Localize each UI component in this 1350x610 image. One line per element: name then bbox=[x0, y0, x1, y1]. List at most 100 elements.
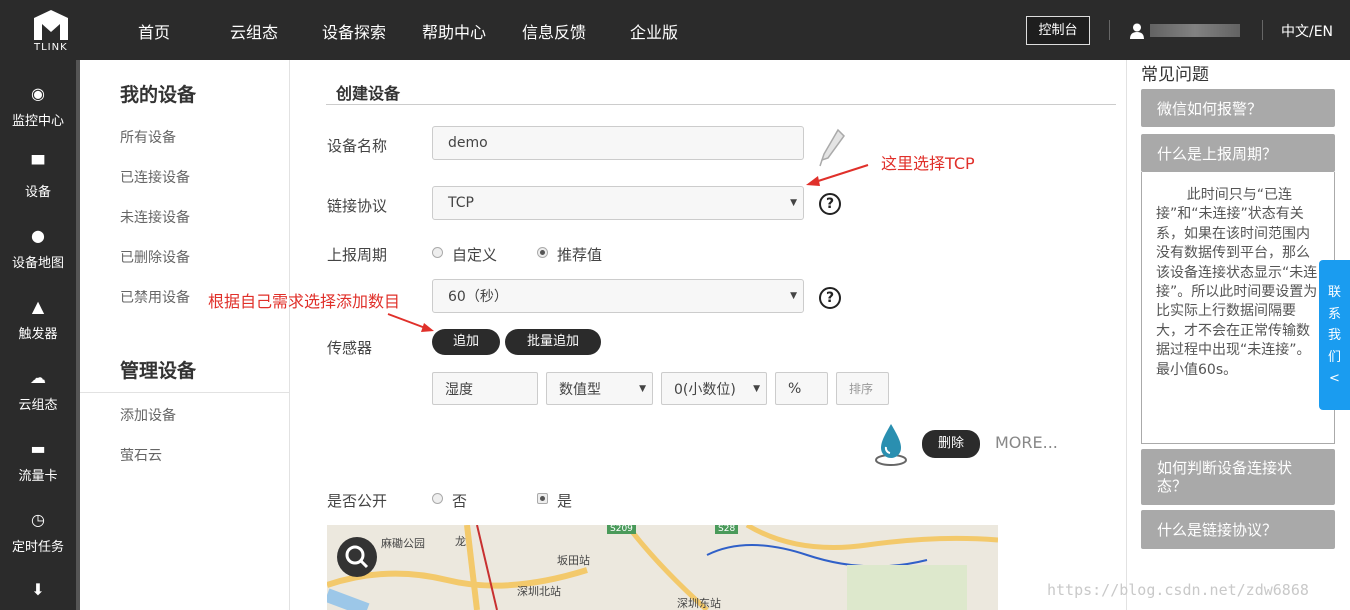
logo-text: TLINK bbox=[34, 42, 68, 53]
sensor-sort-placeholder: 排序 bbox=[849, 382, 874, 396]
user-icon[interactable] bbox=[1130, 23, 1144, 39]
sidebar-item-label: 定时任务 bbox=[11, 540, 64, 555]
water-drop-icon[interactable] bbox=[874, 422, 908, 466]
divider bbox=[1262, 20, 1263, 40]
faq-title: 常见问题 bbox=[1141, 65, 1209, 85]
arrow-down-icon: ⬇ bbox=[31, 580, 45, 599]
radio-custom[interactable] bbox=[432, 247, 443, 258]
language-switch[interactable]: 中文/EN bbox=[1281, 21, 1333, 41]
faq-item-report-period[interactable]: 什么是上报周期？ bbox=[1141, 134, 1335, 172]
protocol-select[interactable]: TCP ▼ bbox=[432, 186, 804, 220]
subnav-disabled-devices[interactable]: 已禁用设备 bbox=[120, 287, 190, 307]
faq-item-wechat-alarm[interactable]: 微信如何报警？ bbox=[1141, 89, 1335, 127]
section-title-my-devices: 我的设备 bbox=[120, 84, 197, 106]
search-icon bbox=[345, 545, 369, 569]
contact-us-tab[interactable]: 联系我们 < bbox=[1319, 260, 1350, 410]
subnav-ezviz-cloud[interactable]: 萤石云 bbox=[120, 445, 162, 465]
annotation-count-note: 根据自己需求选择添加数目 bbox=[208, 292, 401, 311]
help-icon[interactable]: ? bbox=[819, 193, 841, 215]
faq-item-link-protocol[interactable]: 什么是链接协议？ bbox=[1141, 510, 1335, 549]
sidebar-item-label: 监控中心 bbox=[11, 114, 64, 129]
target-icon: ◉ bbox=[31, 84, 45, 103]
faq-answer-text: 此时间只与“已连接”和“未连接”状态有关系，如果在该时间范围内没有数据传到平台，… bbox=[1156, 187, 1318, 378]
sensor-unit-value: % bbox=[788, 380, 802, 397]
user-name-redacted[interactable] bbox=[1150, 24, 1240, 37]
subnav-deleted-devices[interactable]: 已删除设备 bbox=[120, 247, 190, 267]
subnav-add-device[interactable]: 添加设备 bbox=[120, 405, 176, 425]
sidebar-item-label: 云组态 bbox=[18, 398, 58, 413]
nav-home[interactable]: 首页 bbox=[138, 19, 170, 43]
subnav-unconnected-devices[interactable]: 未连接设备 bbox=[120, 207, 190, 227]
device-subnav: 我的设备 所有设备 已连接设备 未连接设备 已删除设备 已禁用设备 管理设备 添… bbox=[80, 60, 290, 610]
faq-answer-report-period: 此时间只与“已连接”和“未连接”状态有关系，如果在该时间范围内没有数据传到平台，… bbox=[1141, 172, 1335, 444]
divider bbox=[80, 392, 290, 393]
sensor-label: 传感器 bbox=[327, 339, 373, 357]
sensor-type-select[interactable]: 数值型 ▼ bbox=[546, 372, 653, 405]
divider bbox=[1109, 20, 1110, 40]
radio-public-yes-label: 是 bbox=[557, 492, 573, 510]
sidebar-item-data-card[interactable]: ▬ 流量卡 bbox=[0, 439, 76, 484]
subnav-all-devices[interactable]: 所有设备 bbox=[120, 127, 176, 147]
more-link[interactable]: MORE... bbox=[995, 433, 1058, 452]
caret-down-icon: ▼ bbox=[790, 198, 797, 208]
radio-recommend-label: 推荐值 bbox=[557, 246, 603, 264]
sidebar-item-more[interactable]: ⬇ bbox=[0, 580, 76, 606]
caret-down-icon: ▼ bbox=[639, 383, 646, 394]
sensor-unit-input[interactable]: % bbox=[775, 372, 828, 405]
caret-down-icon: ▼ bbox=[790, 291, 797, 301]
batch-add-sensor-button[interactable]: 批量追加 bbox=[505, 329, 601, 355]
chevron-left-icon: < bbox=[1329, 371, 1340, 386]
sidebar-item-label: 流量卡 bbox=[18, 469, 58, 484]
contact-us-label: 联系我们 bbox=[1327, 285, 1341, 365]
nav-enterprise[interactable]: 企业版 bbox=[630, 19, 678, 43]
protocol-label: 链接协议 bbox=[327, 197, 388, 215]
sidebar-item-label: 设备 bbox=[24, 185, 51, 200]
console-button[interactable]: 控制台 bbox=[1026, 16, 1090, 45]
map-label: 深圳北站 bbox=[517, 585, 561, 598]
device-name-label: 设备名称 bbox=[327, 137, 388, 155]
cloud-icon: ☁ bbox=[30, 368, 46, 387]
sidebar-item-timer-task[interactable]: ◷ 定时任务 bbox=[0, 510, 76, 555]
nav-feedback[interactable]: 信息反馈 bbox=[522, 19, 586, 43]
delete-sensor-button[interactable]: 删除 bbox=[922, 430, 980, 458]
sensor-name-value: 湿度 bbox=[445, 381, 473, 398]
report-period-select[interactable]: 60（秒） ▼ bbox=[432, 279, 804, 313]
radio-public-yes[interactable] bbox=[537, 493, 548, 504]
protocol-value: TCP bbox=[448, 195, 474, 211]
device-name-input[interactable]: demo bbox=[432, 126, 804, 160]
nav-help-center[interactable]: 帮助中心 bbox=[422, 19, 486, 43]
map-label: 坂田站 bbox=[557, 554, 590, 567]
create-device-form: 创建设备 设备名称 demo 链接协议 TCP ▼ ? 上报周期 自定义 推荐值… bbox=[290, 60, 1126, 610]
public-label: 是否公开 bbox=[327, 492, 388, 510]
map-search-button[interactable] bbox=[337, 537, 377, 577]
faq-item-connection-status[interactable]: 如何判断设备连接状态？ bbox=[1141, 449, 1335, 505]
sensor-decimal-select[interactable]: 0(小数位) ▼ bbox=[661, 372, 767, 405]
report-period-value: 60（秒） bbox=[448, 289, 508, 305]
sensor-type-value: 数值型 bbox=[559, 381, 601, 398]
help-icon[interactable]: ? bbox=[819, 287, 841, 309]
sensor-sort-input[interactable]: 排序 bbox=[836, 372, 889, 405]
sidebar-item-cloud-config[interactable]: ☁ 云组态 bbox=[0, 368, 76, 413]
sidebar-item-label: 设备地图 bbox=[11, 256, 64, 271]
device-name-value: demo bbox=[448, 135, 488, 151]
add-sensor-button[interactable]: 追加 bbox=[432, 329, 500, 355]
device-location-map[interactable]: 麻磡公园 坂田站 深圳北站 深圳东站 S209 S28 龙 bbox=[327, 525, 998, 610]
bell-icon: ▲ bbox=[31, 297, 45, 316]
watermark: https://blog.csdn.net/zdw6868 bbox=[1047, 581, 1309, 599]
map-label: 深圳东站 bbox=[677, 597, 721, 610]
radio-public-no[interactable] bbox=[432, 493, 443, 504]
annotation-tcp-note: 这里选择TCP bbox=[881, 154, 975, 173]
map-label: 龙 bbox=[455, 535, 466, 548]
nav-device-explore[interactable]: 设备探索 bbox=[322, 19, 386, 43]
subnav-connected-devices[interactable]: 已连接设备 bbox=[120, 167, 190, 187]
map-roads bbox=[327, 525, 998, 610]
sidebar-item-trigger[interactable]: ▲ 触发器 bbox=[0, 297, 76, 342]
sensor-name-input[interactable]: 湿度 bbox=[432, 372, 538, 405]
sidebar-item-device-map[interactable]: ● 设备地图 bbox=[0, 226, 76, 271]
radio-recommend[interactable] bbox=[537, 247, 548, 258]
sidebar-item-device[interactable]: ▀ 设备 bbox=[0, 155, 76, 200]
card-icon: ▬ bbox=[30, 439, 46, 458]
report-period-label: 上报周期 bbox=[327, 246, 388, 264]
nav-cloud-config[interactable]: 云组态 bbox=[230, 19, 278, 43]
sidebar-item-monitor-center[interactable]: ◉ 监控中心 bbox=[0, 84, 76, 129]
